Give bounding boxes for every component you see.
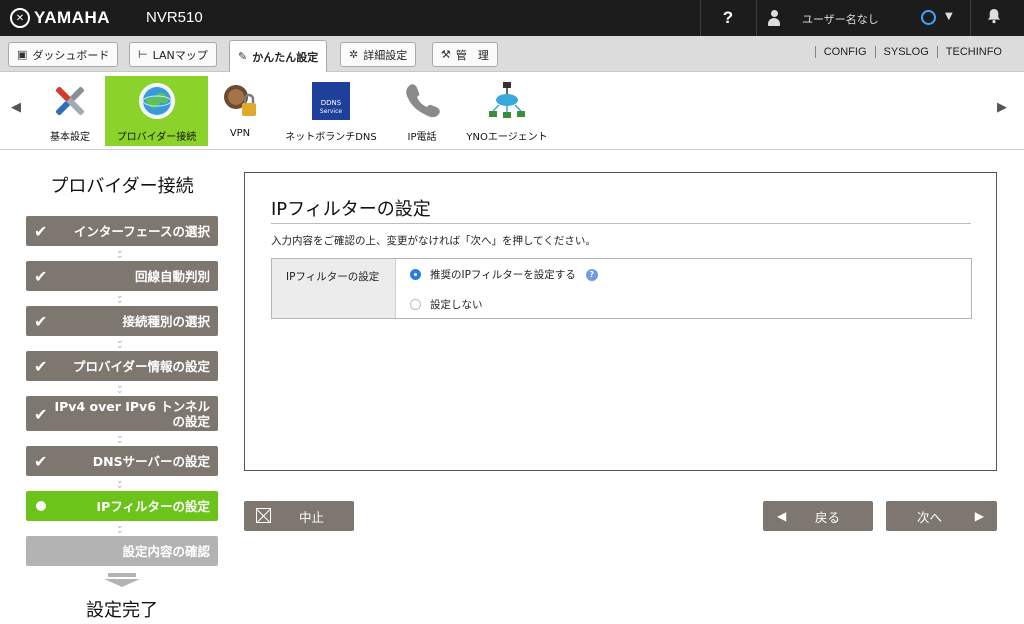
yamaha-logo: ✕ YAMAHA xyxy=(10,7,110,29)
panel-title: IPフィルターの設定 xyxy=(271,195,971,224)
arrow-right-icon: ▶ xyxy=(974,509,984,523)
check-icon: ✔ xyxy=(34,452,48,471)
chevron-down-icon: ⌄ ⌄ xyxy=(116,291,124,306)
user-icon[interactable] xyxy=(768,10,780,26)
option-recommended-filter[interactable]: 推奨のIPフィルターを設定する ? xyxy=(410,267,598,282)
techinfo-link[interactable]: TECHINFO xyxy=(936,46,1010,58)
chevron-down-icon: ⌄ ⌄ xyxy=(116,521,124,536)
tools-icon xyxy=(49,80,91,122)
close-icon xyxy=(256,508,271,523)
top-links: CONFIG SYSLOG TECHINFO xyxy=(814,46,1010,58)
feature-netvolante-dns[interactable]: DDNS Service ネットボランチDNS xyxy=(279,76,383,146)
tab-lan-map[interactable]: ⊢ LANマップ xyxy=(129,42,217,67)
check-icon: ✔ xyxy=(34,357,48,376)
wizard-step: ✔ プロバイダー情報の設定 xyxy=(26,351,218,381)
scroll-right-icon[interactable]: ▶ xyxy=(997,100,1007,115)
yno-agent-icon xyxy=(486,80,528,122)
tab-management[interactable]: ⚒ 管 理 xyxy=(432,42,498,67)
wizard-step: ✔ 回線自動判別 xyxy=(26,261,218,291)
cancel-button[interactable]: 中止 xyxy=(244,501,354,531)
easy-setup-icon: ✎ xyxy=(238,50,248,63)
chevron-down-icon: ⌄ ⌄ xyxy=(116,246,124,261)
wizard-step: ✔ インターフェースの選択 xyxy=(26,216,218,246)
wizard-step-current: IPフィルターの設定 xyxy=(26,491,218,521)
panel-description: 入力内容をご確認の上、変更がなければ「次へ」を押してください。 xyxy=(271,235,596,247)
top-bar: ✕ YAMAHA NVR510 ? ユーザー名なし ▼ xyxy=(0,0,1024,36)
wizard-step: ✔ IPv4 over IPv6 トンネル の設定 xyxy=(26,396,218,431)
option-no-filter[interactable]: 設定しない xyxy=(410,297,483,312)
chevron-down-icon: ⌄ ⌄ xyxy=(116,431,124,446)
device-model: NVR510 xyxy=(146,9,203,26)
back-button[interactable]: ◀ 戻る xyxy=(763,501,873,531)
user-name[interactable]: ユーザー名なし xyxy=(802,11,879,27)
phone-icon xyxy=(401,80,443,122)
dns-service-icon: DDNS Service xyxy=(310,80,352,122)
yamaha-emblem-icon: ✕ xyxy=(10,8,30,28)
wrench-icon: ⚒ xyxy=(441,48,451,61)
caret-down-icon[interactable]: ▼ xyxy=(945,11,953,22)
status-circle-icon[interactable] xyxy=(921,10,936,25)
settings-panel: IPフィルターの設定 入力内容をご確認の上、変更がなければ「次へ」を押してくださ… xyxy=(244,172,997,471)
wizard-complete-label: 設定完了 xyxy=(86,600,158,621)
next-button[interactable]: 次へ ▶ xyxy=(886,501,997,531)
feature-provider-connection[interactable]: プロバイダー接続 xyxy=(105,76,208,146)
check-icon: ✔ xyxy=(34,312,48,331)
globe-icon xyxy=(136,80,178,122)
wizard-title: プロバイダー接続 xyxy=(50,176,194,197)
tab-advanced-settings[interactable]: ✲ 詳細設定 xyxy=(340,42,417,67)
check-icon: ✔ xyxy=(34,267,48,286)
help-icon[interactable]: ? xyxy=(585,268,598,281)
config-link[interactable]: CONFIG xyxy=(814,46,875,58)
chevron-down-icon: ⌄ ⌄ xyxy=(116,476,124,491)
radio-no-filter[interactable] xyxy=(410,299,421,310)
divider xyxy=(970,0,971,36)
feature-icon-strip: ◀ 基本設定 プロバイダー接続 VPN DDNS Service ネットボランチ… xyxy=(0,72,1024,150)
radio-recommended[interactable] xyxy=(410,269,421,280)
check-icon: ✔ xyxy=(34,222,48,241)
divider xyxy=(756,0,757,36)
field-label: IPフィルターの設定 xyxy=(272,259,396,318)
arrow-left-icon: ◀ xyxy=(777,509,787,523)
wizard-step: ✔ DNSサーバーの設定 xyxy=(26,446,218,476)
current-step-dot-icon xyxy=(36,501,46,511)
scroll-left-icon[interactable]: ◀ xyxy=(11,100,21,115)
svg-text:Service: Service xyxy=(320,108,342,115)
arrow-down-icon xyxy=(104,573,140,587)
tab-bar: ▣ ダッシュボード ⊢ LANマップ ✎ かんたん設定 ✲ 詳細設定 ⚒ 管 理… xyxy=(0,36,1024,72)
chevron-down-icon: ⌄ ⌄ xyxy=(116,336,124,351)
dashboard-icon: ▣ xyxy=(17,48,28,61)
wizard-step: ✔ 接続種別の選択 xyxy=(26,306,218,336)
vpn-lock-icon xyxy=(219,80,261,122)
gear-icon: ✲ xyxy=(349,48,359,61)
check-icon: ✔ xyxy=(34,404,48,424)
feature-vpn[interactable]: VPN xyxy=(218,76,262,146)
syslog-link[interactable]: SYSLOG xyxy=(874,46,937,58)
help-button[interactable]: ? xyxy=(700,0,756,36)
ip-filter-form: IPフィルターの設定 推奨のIPフィルターを設定する ? 設定しない xyxy=(271,258,972,319)
bell-icon[interactable] xyxy=(987,8,1001,28)
brand-name: YAMAHA xyxy=(34,8,111,27)
feature-yno-agent[interactable]: YNOエージェント xyxy=(461,76,553,146)
wizard-step-pending: 設定内容の確認 xyxy=(26,536,218,566)
chevron-down-icon: ⌄ ⌄ xyxy=(116,381,124,396)
tab-dashboard[interactable]: ▣ ダッシュボード xyxy=(8,42,119,67)
lan-map-icon: ⊢ xyxy=(138,48,148,61)
tab-easy-setup[interactable]: ✎ かんたん設定 xyxy=(229,40,328,72)
svg-text:DDNS: DDNS xyxy=(321,99,342,107)
feature-basic-settings[interactable]: 基本設定 xyxy=(40,76,100,146)
feature-ip-phone[interactable]: IP電話 xyxy=(399,76,445,146)
